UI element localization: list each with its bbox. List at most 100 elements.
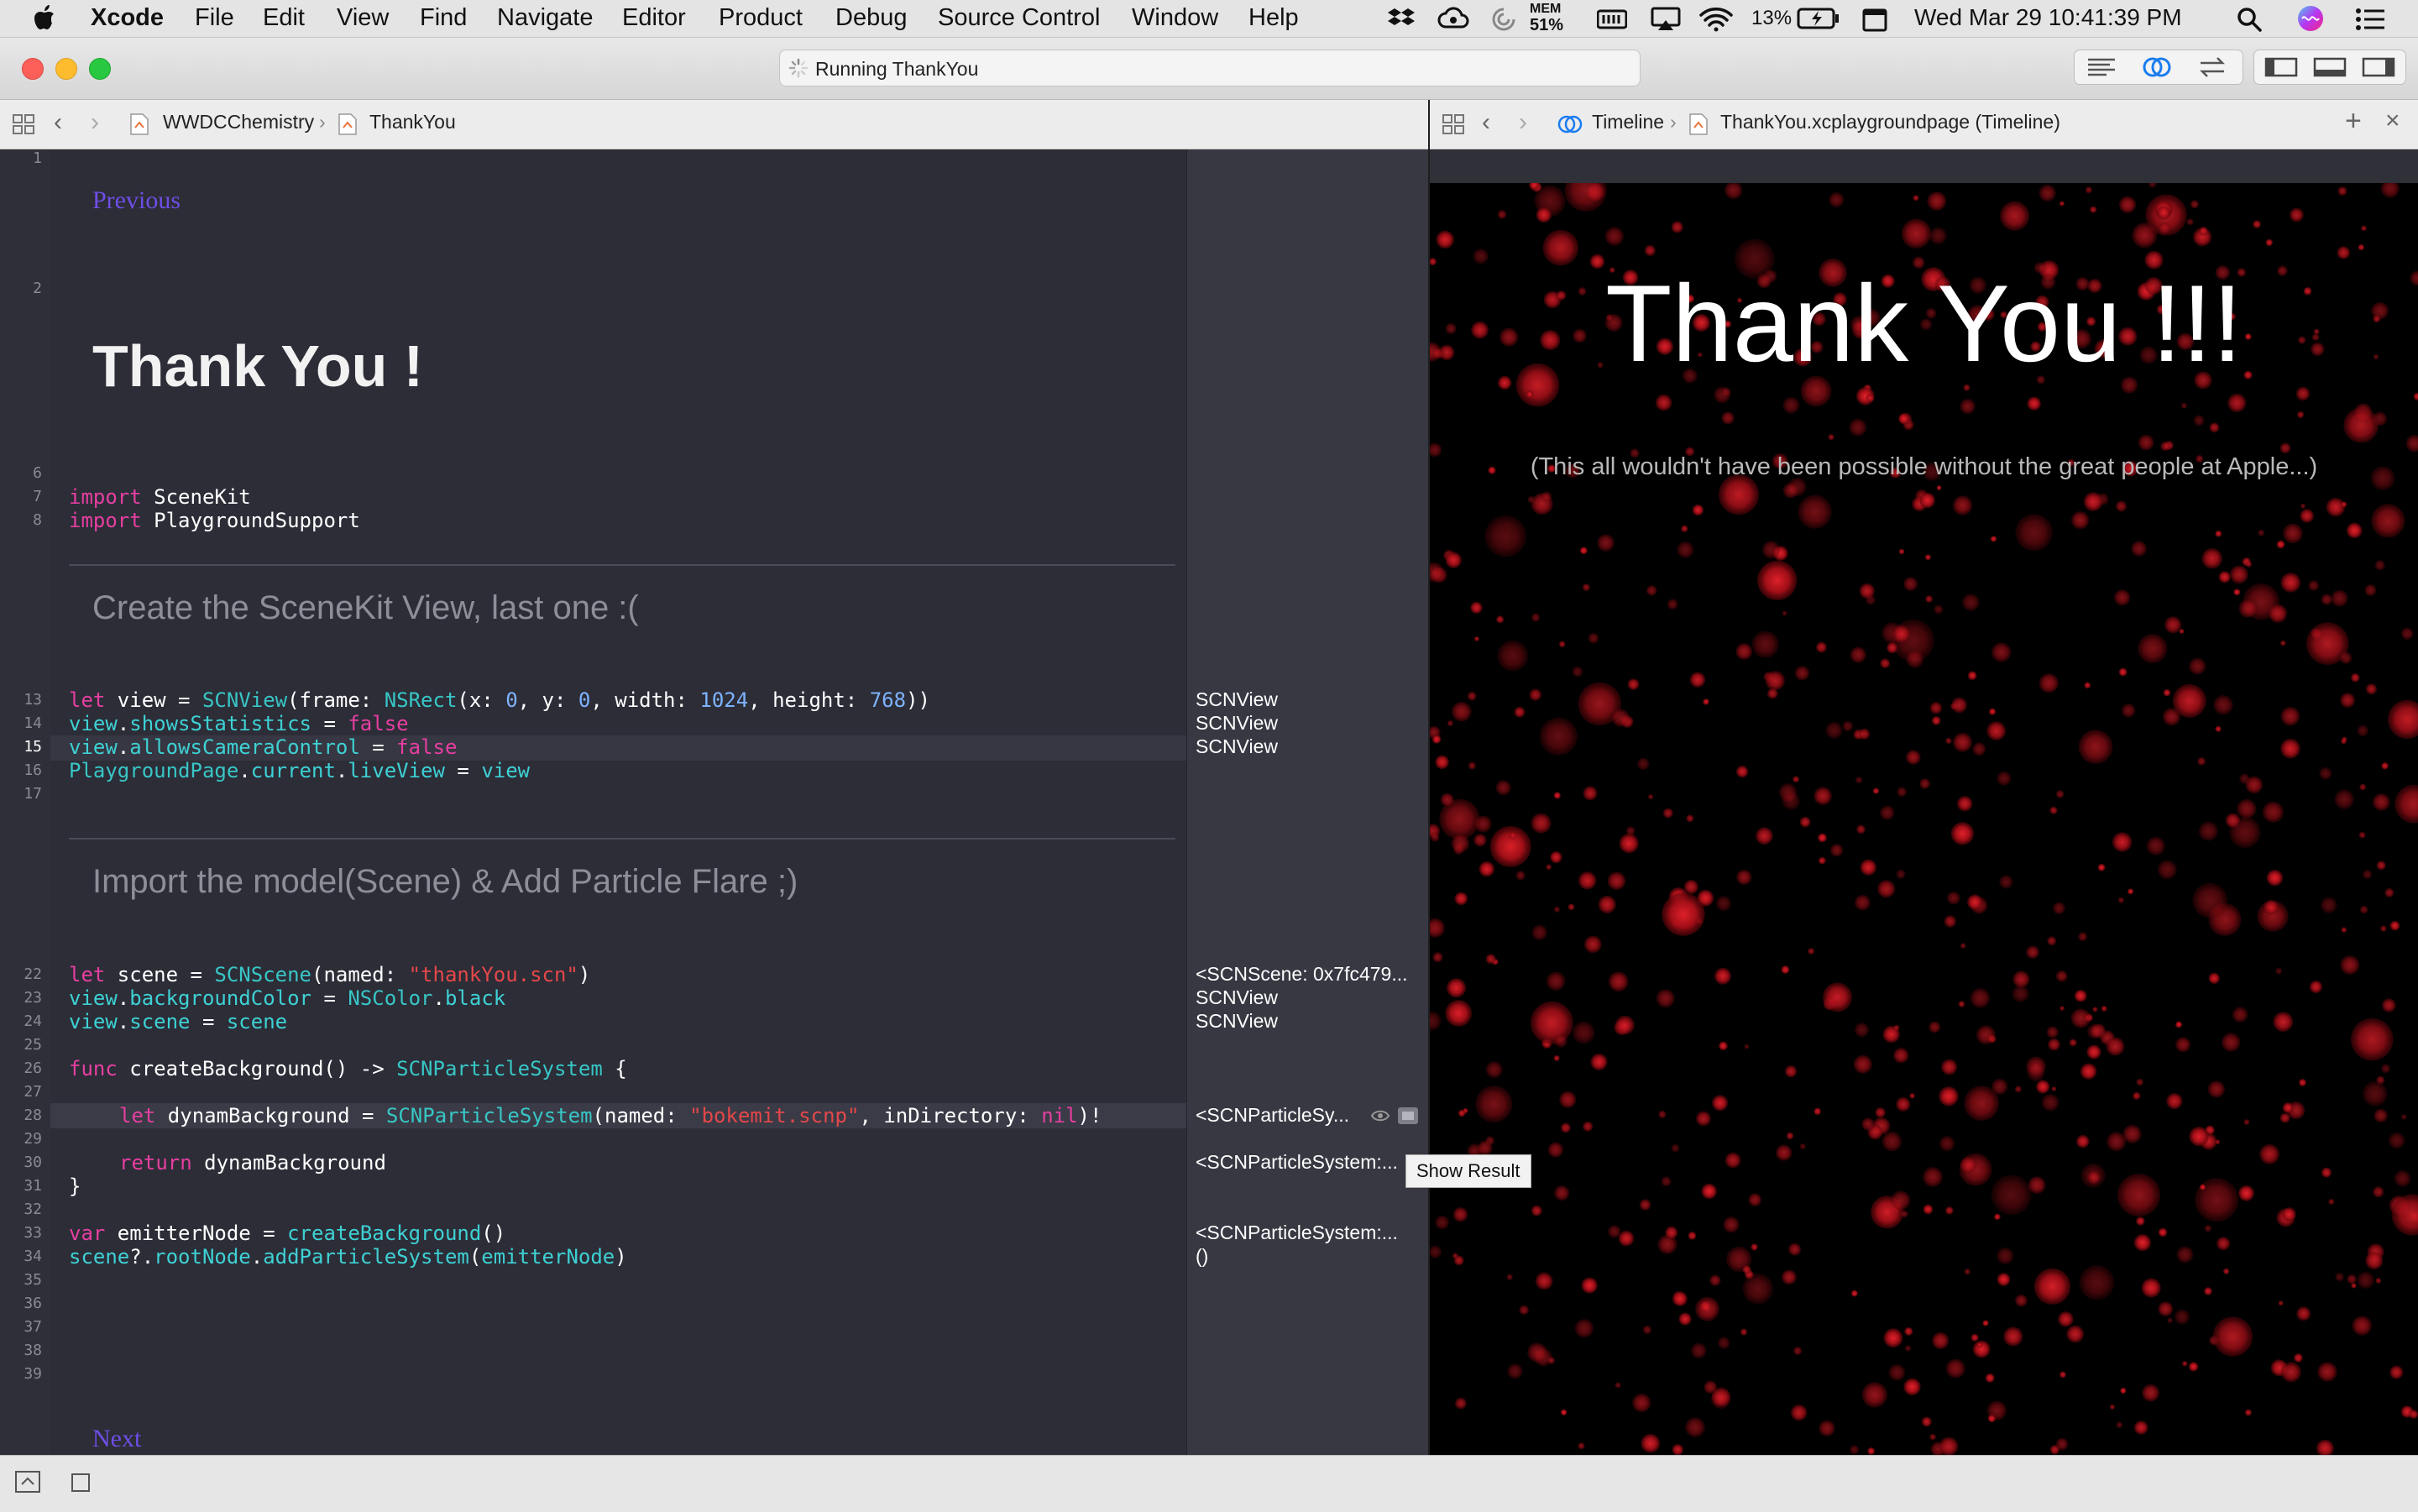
zoom-window-button[interactable]	[89, 58, 111, 80]
dropbox-icon[interactable]	[1387, 7, 1416, 30]
activity-icon[interactable]	[1491, 7, 1516, 32]
result-value[interactable]: <SCNParticleSy...	[1196, 1104, 1349, 1127]
bokeh-particle	[2230, 565, 2248, 584]
bokeh-particle	[2337, 246, 2351, 259]
debug-area-toggle-icon[interactable]	[2313, 57, 2347, 77]
bokeh-particle	[2116, 1421, 2123, 1429]
menu-help[interactable]: Help	[1248, 4, 1299, 32]
next-page-link[interactable]: Next	[92, 1425, 141, 1453]
bokeh-particle	[1782, 610, 1787, 616]
menu-file[interactable]: File	[195, 4, 234, 32]
menu-product[interactable]: Product	[719, 4, 803, 32]
inspector-toggle-icon[interactable]	[2362, 57, 2395, 77]
apple-icon[interactable]	[34, 5, 55, 30]
bokeh-particle	[1816, 641, 1827, 653]
identifier: view	[69, 712, 118, 735]
bokeh-particle	[1497, 640, 1528, 672]
live-view[interactable]: Thank You !!! (This all wouldn't have be…	[1430, 183, 2418, 1455]
menu-view[interactable]: View	[337, 4, 389, 32]
hide-debug-area-icon[interactable]	[15, 1471, 40, 1493]
breadcrumb-page[interactable]: ThankYou	[369, 111, 456, 133]
bokeh-particle	[1880, 805, 1895, 820]
line-number: 25	[24, 1036, 42, 1054]
bokeh-particle	[2280, 1362, 2301, 1383]
result-value[interactable]: SCNView	[1196, 735, 1278, 758]
previous-page-link[interactable]: Previous	[92, 186, 181, 215]
code-line-34: scene?.rootNode.addParticleSystem(emitte…	[69, 1245, 627, 1269]
bokeh-particle	[1957, 796, 1973, 812]
cloud-sync-icon[interactable]	[1437, 7, 1469, 30]
bokeh-particle	[1658, 1110, 1667, 1119]
menu-source-control[interactable]: Source Control	[938, 4, 1100, 32]
minimize-window-button[interactable]	[55, 58, 77, 80]
result-value[interactable]: <SCNParticleSystem:...	[1196, 1151, 1398, 1174]
bokeh-particle	[1559, 1091, 1577, 1108]
related-items-icon[interactable]	[12, 113, 35, 135]
bokeh-particle	[1665, 1226, 1678, 1239]
calendar-icon[interactable]	[1862, 7, 1887, 32]
result-value[interactable]: <SCNScene: 0x7fc479...	[1196, 963, 1408, 986]
bokeh-particle	[1858, 728, 1871, 740]
menu-debug[interactable]: Debug	[835, 4, 907, 32]
standard-editor-icon[interactable]	[2086, 57, 2117, 77]
siri-icon[interactable]	[2297, 5, 2324, 32]
close-assistant-icon[interactable]: ×	[2385, 107, 2400, 135]
bokeh-particle	[1849, 418, 1867, 437]
result-value[interactable]: <SCNParticleSystem:...	[1196, 1222, 1398, 1244]
menubar-clock[interactable]: Wed Mar 29 10:41:39 PM	[1914, 4, 2182, 31]
bokeh-particle	[1872, 787, 1880, 794]
close-window-button[interactable]	[22, 58, 44, 80]
bokeh-particle	[2136, 1216, 2145, 1226]
result-value[interactable]: SCNView	[1196, 1010, 1278, 1033]
bokeh-particle	[1861, 1117, 1875, 1131]
bokeh-particle	[2138, 434, 2154, 451]
menu-editor[interactable]: Editor	[622, 4, 686, 32]
notification-center-icon[interactable]	[2356, 8, 2384, 30]
memory-chip-icon[interactable]	[1597, 8, 1627, 30]
show-result-toggle-icon[interactable]	[1397, 1107, 1419, 1125]
menu-window[interactable]: Window	[1132, 4, 1218, 32]
quick-look-eye-icon[interactable]	[1370, 1107, 1390, 1124]
bokeh-particle	[2218, 571, 2231, 583]
menu-bar: Xcode File Edit View Find Navigate Edito…	[0, 0, 2418, 38]
result-value[interactable]: SCNView	[1196, 688, 1278, 711]
add-assistant-icon[interactable]: +	[2345, 105, 2362, 138]
back-arrow-icon[interactable]: ‹	[54, 108, 62, 137]
menu-find[interactable]: Find	[420, 4, 467, 32]
assistant-editor-icon[interactable]	[2142, 55, 2172, 79]
bokeh-particle	[1987, 1414, 1996, 1423]
menu-navigate[interactable]: Navigate	[497, 4, 593, 32]
assistant-file[interactable]: ThankYou.xcplaygroundpage (Timeline)	[1720, 111, 2060, 133]
bokeh-particle	[2122, 1124, 2142, 1143]
bokeh-particle	[2266, 870, 2284, 887]
assistant-related-items-icon[interactable]	[1442, 113, 1465, 135]
menu-edit[interactable]: Edit	[263, 4, 305, 32]
result-value[interactable]: SCNView	[1196, 986, 1278, 1009]
bokeh-particle	[1618, 1230, 1635, 1247]
navigator-toggle-icon[interactable]	[2264, 57, 2298, 77]
assistant-back-arrow-icon[interactable]: ‹	[1482, 108, 1490, 137]
breadcrumb-project[interactable]: WWDCChemistry	[163, 111, 314, 133]
bokeh-particle	[1829, 191, 1845, 208]
bokeh-particle	[1445, 1000, 1472, 1027]
menu-app-name[interactable]: Xcode	[91, 4, 164, 32]
battery-percent[interactable]: 13%	[1751, 7, 1792, 30]
bokeh-particle	[1691, 1342, 1707, 1359]
spotlight-search-icon[interactable]	[2237, 7, 2262, 32]
bokeh-particle	[2015, 514, 2053, 552]
bokeh-particle	[1757, 560, 1798, 600]
bokeh-particle	[1710, 1389, 1731, 1410]
wifi-icon[interactable]	[1699, 7, 1733, 32]
battery-charging-icon[interactable]	[1797, 8, 1840, 29]
version-editor-icon[interactable]	[2197, 55, 2227, 79]
result-value[interactable]: SCNView	[1196, 712, 1278, 735]
forward-arrow-icon[interactable]: ›	[91, 108, 99, 137]
mem-value[interactable]: 51%	[1530, 16, 1563, 35]
stop-playground-icon[interactable]	[71, 1473, 91, 1493]
result-value[interactable]: ()	[1196, 1245, 1208, 1268]
assistant-forward-arrow-icon[interactable]: ›	[1519, 108, 1527, 137]
bokeh-particle	[1794, 666, 1810, 681]
function-call: addParticleSystem	[263, 1245, 469, 1269]
airplay-icon[interactable]	[1651, 7, 1681, 32]
assistant-mode[interactable]: Timeline	[1592, 111, 1664, 133]
